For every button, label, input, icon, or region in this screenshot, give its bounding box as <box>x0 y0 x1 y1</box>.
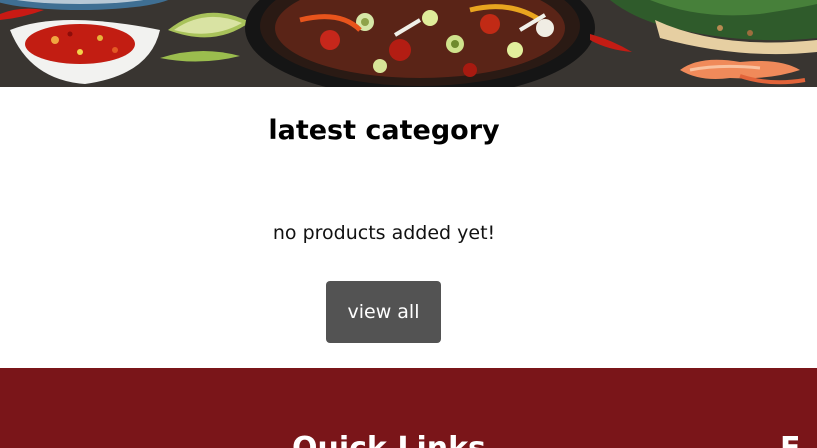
page: latest category no products added yet! v… <box>0 0 817 448</box>
footer-second-heading: E <box>780 434 801 448</box>
hero-banner-image <box>0 0 817 87</box>
section-title: latest category <box>268 115 500 146</box>
empty-products-message: no products added yet! <box>272 222 496 244</box>
food-banner-image <box>0 0 817 87</box>
footer: Quick Links E <box>0 368 817 448</box>
latest-category-section: latest category no products added yet! v… <box>0 87 817 368</box>
view-all-button[interactable]: view all <box>326 281 441 343</box>
footer-quick-links-heading: Quick Links <box>292 434 486 448</box>
